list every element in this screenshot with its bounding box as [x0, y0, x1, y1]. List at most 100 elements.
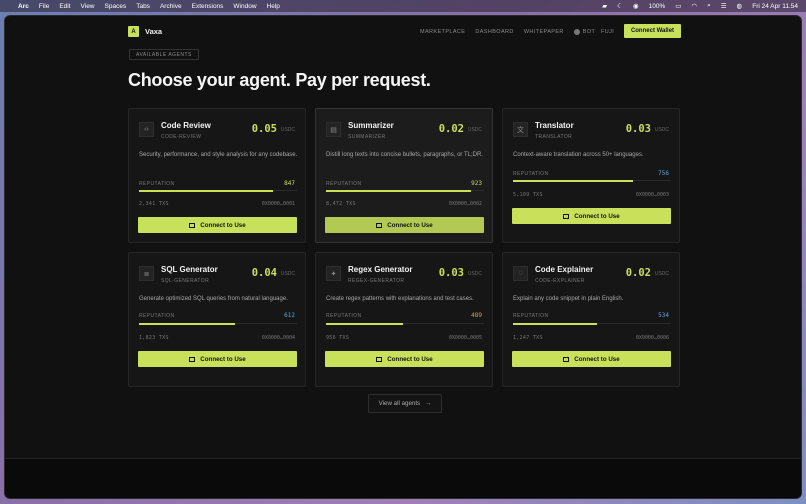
- agent-address[interactable]: 0X0000…0004: [262, 335, 295, 341]
- reputation-fill: [513, 322, 597, 325]
- agent-description: Distill long texts into concise bullets,…: [326, 152, 483, 158]
- menubar-window[interactable]: Window: [233, 3, 256, 10]
- reputation-track: [139, 189, 297, 192]
- agent-card-regex-generator: ✦ Regex Generator REGEX-GENERATOR 0.03 U…: [315, 252, 493, 387]
- reputation-label: REPUTATION: [513, 313, 549, 319]
- wallet-icon: [563, 356, 570, 362]
- agent-title: Regex Generator: [348, 265, 413, 274]
- menubar-app-name[interactable]: Arc: [18, 3, 29, 10]
- agent-price-unit: USDC: [280, 271, 295, 277]
- wallet-icon: [563, 213, 570, 219]
- reputation-value: 534: [658, 312, 669, 319]
- agent-description: Explain any code snippet in plain Englis…: [513, 296, 624, 302]
- reputation-label: REPUTATION: [326, 313, 362, 319]
- arrow-right-icon: →: [425, 400, 432, 407]
- connect-to-use-button[interactable]: Connect to Use: [138, 351, 297, 367]
- connect-to-use-label: Connect to Use: [574, 355, 620, 363]
- agent-address[interactable]: 0X0000…0005: [449, 335, 482, 341]
- nav-dashboard[interactable]: DASHBOARD: [475, 29, 513, 35]
- reputation-value: 612: [284, 312, 295, 319]
- browser-window: A Vaxa MARKETPLACE DASHBOARD WHITEPAPER …: [4, 15, 802, 499]
- agent-description: Context-aware translation across 50+ lan…: [513, 152, 644, 158]
- reputation-fill: [513, 179, 634, 182]
- agent-slug: SUMMARIZER: [348, 134, 386, 140]
- brand[interactable]: A Vaxa: [128, 26, 162, 37]
- menubar-datetime[interactable]: Fri 24 Apr 11.54: [752, 3, 798, 10]
- page-title: Choose your agent. Pay per request.: [128, 70, 431, 90]
- message-icon[interactable]: ▰: [602, 2, 607, 10]
- moon-icon[interactable]: ☾: [617, 2, 623, 10]
- menubar-spaces[interactable]: Spaces: [105, 3, 127, 10]
- agent-price-unit: USDC: [467, 127, 482, 133]
- agent-price-unit: USDC: [280, 127, 295, 133]
- menubar-edit[interactable]: Edit: [59, 3, 70, 10]
- connect-to-use-label: Connect to Use: [387, 221, 433, 229]
- menubar-tabs[interactable]: Tabs: [136, 3, 150, 10]
- agent-slug: CODE-REVIEW: [161, 134, 202, 140]
- network-badge[interactable]: FUJI: [601, 29, 614, 35]
- agent-slug: SQL-GENERATOR: [161, 278, 210, 284]
- reputation-fill: [326, 322, 404, 325]
- agent-card-sql-generator: ≣ SQL Generator SQL-GENERATOR 0.04 USDC …: [128, 252, 306, 387]
- agent-address[interactable]: 0X0000…0001: [262, 201, 295, 207]
- agent-title: Summarizer: [348, 121, 394, 130]
- wallet-icon: [189, 222, 196, 228]
- agent-txs: 2,341 TXS: [139, 201, 169, 207]
- search-icon[interactable]: ⌕: [707, 2, 711, 10]
- menubar-help[interactable]: Help: [267, 3, 280, 10]
- reputation-label: REPUTATION: [139, 181, 175, 187]
- macos-menubar: Arc File Edit View Spaces Tabs Archive E…: [0, 0, 806, 12]
- battery-percent: 100%: [648, 2, 666, 10]
- agent-price-unit: USDC: [467, 271, 482, 277]
- agent-address[interactable]: 0X0000…0003: [636, 192, 669, 198]
- menubar-file[interactable]: File: [39, 3, 49, 10]
- agent-txs: 8,472 TXS: [326, 201, 356, 207]
- connect-to-use-button[interactable]: Connect to Use: [512, 208, 671, 224]
- agent-title: SQL Generator: [161, 265, 218, 274]
- connect-to-use-label: Connect to Use: [200, 221, 246, 229]
- reputation-track: [326, 189, 484, 192]
- reputation-label: REPUTATION: [139, 313, 175, 319]
- connect-to-use-button[interactable]: Connect to Use: [138, 217, 297, 233]
- control-center-icon[interactable]: ☰: [721, 2, 727, 10]
- battery-icon[interactable]: ▭: [675, 2, 681, 10]
- connect-to-use-label: Connect to Use: [200, 355, 246, 363]
- nav-marketplace[interactable]: MARKETPLACE: [420, 29, 465, 35]
- nav-bot[interactable]: BOT: [573, 29, 596, 35]
- agent-slug: TRANSLATOR: [535, 134, 573, 140]
- agent-title: Code Review: [161, 121, 211, 130]
- agent-card-summarizer: ▤ Summarizer SUMMARIZER 0.02 USDC Distil…: [315, 108, 493, 243]
- bot-icon: [573, 29, 580, 35]
- connect-to-use-button[interactable]: Connect to Use: [325, 351, 484, 367]
- top-nav: A Vaxa MARKETPLACE DASHBOARD WHITEPAPER …: [5, 16, 801, 44]
- reputation-track: [513, 179, 671, 182]
- agent-slug: CODE-EXPLAINER: [535, 278, 585, 284]
- agent-address[interactable]: 0X0000…0002: [449, 201, 482, 207]
- nav-whitepaper[interactable]: WHITEPAPER: [524, 29, 564, 35]
- agent-price: 0.03: [438, 267, 464, 279]
- menubar-extensions[interactable]: Extensions: [192, 3, 224, 10]
- agent-price: 0.04: [251, 267, 277, 279]
- wifi-icon[interactable]: ◠: [691, 2, 697, 10]
- user-icon[interactable]: ◉: [633, 2, 639, 10]
- connect-to-use-button[interactable]: Connect to Use: [512, 351, 671, 367]
- agent-txs: 1,823 TXS: [139, 335, 169, 341]
- agent-title: Code Explainer: [535, 265, 594, 274]
- menubar-view[interactable]: View: [81, 3, 95, 10]
- view-all-label: View all agents: [378, 400, 421, 407]
- agent-address[interactable]: 0X0000…0006: [636, 335, 669, 341]
- wallet-icon: [376, 222, 383, 228]
- agent-card-code-explainer: ◌ Code Explainer CODE-EXPLAINER 0.02 USD…: [502, 252, 680, 387]
- connect-to-use-button[interactable]: Connect to Use: [325, 217, 484, 233]
- view-all-agents-button[interactable]: View all agents →: [368, 394, 442, 413]
- reputation-fill: [139, 189, 274, 192]
- reputation-value: 847: [284, 180, 295, 187]
- brand-name: Vaxa: [145, 27, 163, 36]
- wallet-icon: [189, 356, 196, 362]
- reputation-track: [326, 322, 484, 325]
- agent-card-translator: 文 Translator TRANSLATOR 0.03 USDC Contex…: [502, 108, 680, 243]
- wallet-icon: [376, 356, 383, 362]
- connect-wallet-button[interactable]: Connect Wallet: [624, 24, 681, 38]
- menubar-archive[interactable]: Archive: [160, 3, 182, 10]
- siri-icon[interactable]: ◍: [737, 2, 743, 10]
